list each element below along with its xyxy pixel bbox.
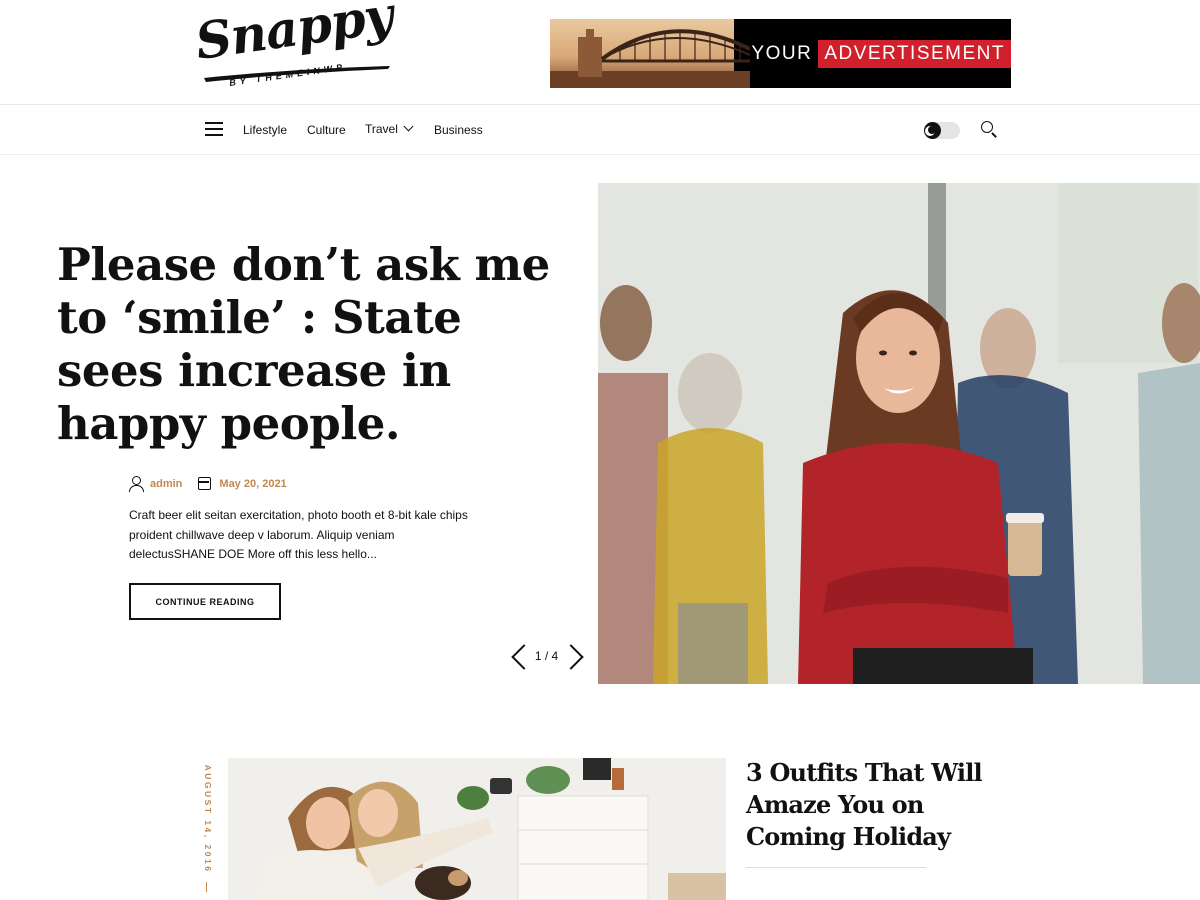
hamburger-menu-icon[interactable] bbox=[205, 122, 223, 136]
divider bbox=[746, 867, 926, 868]
nav-item-lifestyle[interactable]: Lifestyle bbox=[243, 123, 287, 137]
ad-text-your: YOUR bbox=[751, 42, 813, 64]
slide-counter: 1 / 4 bbox=[534, 649, 559, 663]
search-icon[interactable] bbox=[980, 120, 998, 138]
dark-mode-toggle[interactable] bbox=[924, 122, 960, 139]
site-logo[interactable]: Snappy BY THEMEINWP bbox=[192, 0, 400, 100]
post-image[interactable] bbox=[228, 758, 726, 900]
site-header: Snappy BY THEMEINWP YOUR ADVERTISEMENT bbox=[0, 0, 1200, 105]
nav-item-label: Travel bbox=[365, 122, 398, 136]
advertisement-banner[interactable]: YOUR ADVERTISEMENT bbox=[550, 19, 1011, 88]
post-meta: admin May 20, 2021 bbox=[129, 476, 287, 492]
chevron-left-icon[interactable] bbox=[509, 641, 529, 671]
nav-item-label: Lifestyle bbox=[243, 123, 288, 137]
hero-title[interactable]: Please don’t ask me to ‘smile’ : State s… bbox=[57, 238, 557, 450]
calendar-icon bbox=[198, 477, 212, 490]
user-icon bbox=[129, 476, 144, 492]
nav-item-label: Business bbox=[434, 123, 483, 137]
main-navigation: Lifestyle Culture Travel Business bbox=[0, 106, 1200, 155]
post-title[interactable]: 3 Outfits That Will Amaze You on Coming … bbox=[746, 757, 1006, 853]
nav-item-label: Culture bbox=[307, 123, 346, 137]
continue-reading-button[interactable]: CONTINUE READING bbox=[129, 583, 281, 620]
post-date-link[interactable]: May 20, 2021 bbox=[219, 478, 286, 490]
chevron-right-icon[interactable] bbox=[564, 641, 584, 671]
nav-item-business[interactable]: Business bbox=[434, 123, 483, 137]
ad-text: YOUR ADVERTISEMENT bbox=[734, 19, 1011, 88]
author-link[interactable]: admin bbox=[150, 478, 182, 490]
divider bbox=[206, 882, 207, 892]
slider-controls: 1 / 4 bbox=[509, 638, 584, 674]
post-date: AUGUST 14, 2016 bbox=[203, 764, 213, 874]
logo-wordmark: Snappy bbox=[191, 0, 396, 71]
ad-text-advertisement: ADVERTISEMENT bbox=[818, 39, 1011, 68]
hero-image[interactable] bbox=[598, 183, 1200, 684]
ad-bridge-image bbox=[550, 19, 750, 88]
hero-excerpt: Craft beer elit seitan exercitation, pho… bbox=[129, 508, 468, 561]
chevron-down-icon bbox=[403, 121, 414, 132]
nav-item-travel[interactable]: Travel bbox=[365, 121, 414, 136]
post-date-vertical: AUGUST 14, 2016 bbox=[195, 764, 219, 896]
nav-item-culture[interactable]: Culture bbox=[307, 123, 346, 137]
moon-icon bbox=[924, 122, 941, 139]
